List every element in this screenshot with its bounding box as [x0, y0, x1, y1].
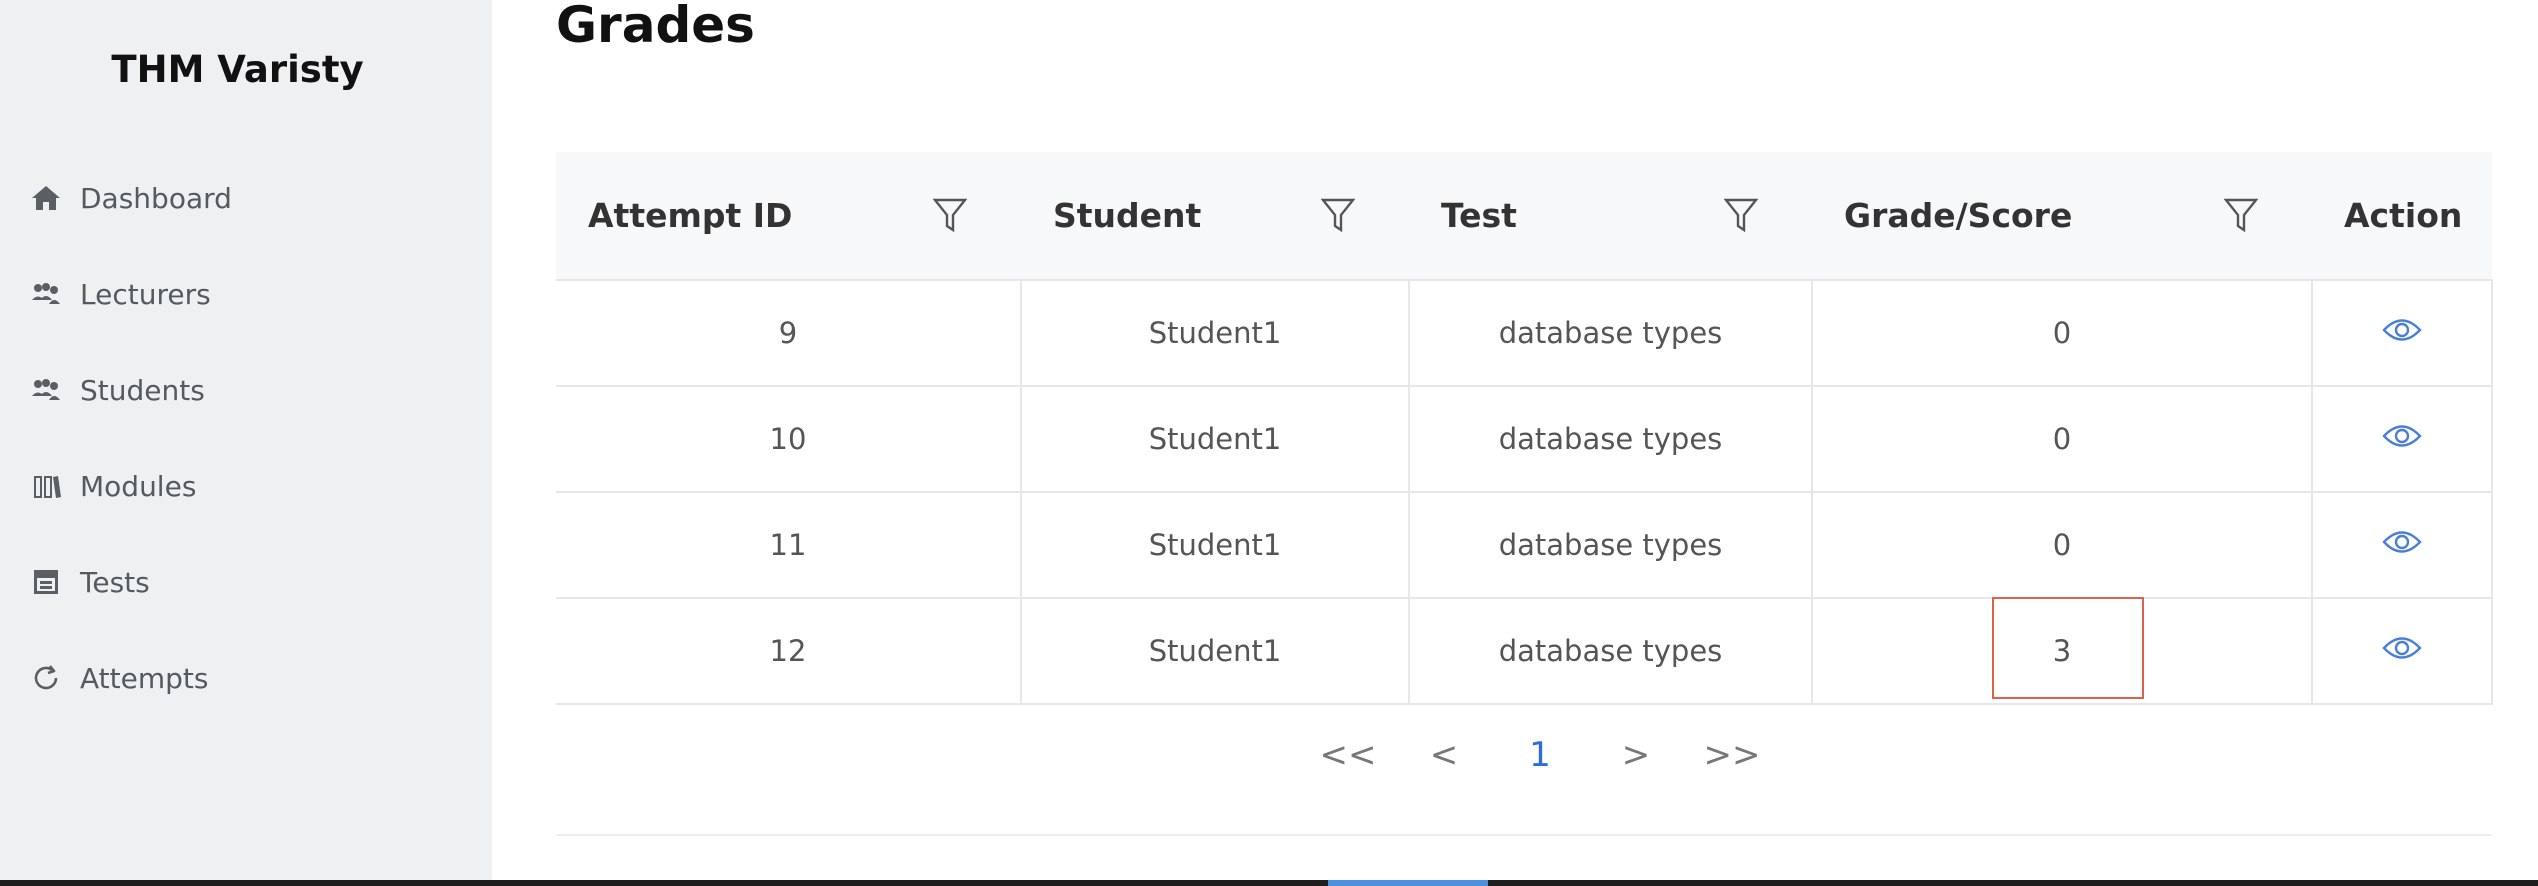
next-page-button[interactable]: >: [1588, 735, 1684, 775]
redo-icon: [28, 660, 64, 696]
sidebar-item-dashboard[interactable]: Dashboard: [0, 150, 492, 246]
sidebar-item-label: Tests: [80, 565, 150, 599]
cell-action: [2312, 492, 2493, 599]
sidebar-item-label: Dashboard: [80, 181, 232, 215]
view-eye-icon[interactable]: [2382, 424, 2422, 458]
cell-action: [2312, 386, 2493, 493]
table-row: 12 Student1 database types 3: [556, 597, 2493, 705]
cell-grade-highlighted: 3: [1812, 597, 2313, 705]
users-icon: [28, 372, 64, 408]
column-label: Grade/Score: [1844, 196, 2073, 235]
column-label: Action: [2344, 196, 2463, 235]
users-icon: [28, 276, 64, 312]
sidebar-item-attempts[interactable]: Attempts: [0, 630, 492, 726]
sidebar-nav: Dashboard Lecturers Students Modules Tes…: [0, 150, 492, 726]
cell-student: Student1: [1021, 598, 1410, 705]
cell-grade: 0: [1812, 280, 2313, 387]
cell-test: database types: [1409, 598, 1813, 705]
filter-icon[interactable]: [2223, 197, 2259, 233]
column-header-student: Student: [1021, 152, 1409, 281]
column-label: Test: [1441, 196, 1517, 235]
sidebar-item-modules[interactable]: Modules: [0, 438, 492, 534]
cell-student: Student1: [1021, 492, 1410, 599]
page-1-button[interactable]: 1: [1492, 735, 1588, 775]
sidebar-item-label: Attempts: [80, 661, 209, 695]
page-title: Grades: [556, 0, 755, 54]
table-header-row: Attempt ID Student Test Grade/Score Acti…: [556, 152, 2492, 281]
sidebar-item-label: Students: [80, 373, 205, 407]
cell-grade: 0: [1812, 492, 2313, 599]
sidebar-item-label: Lecturers: [80, 277, 211, 311]
cell-attempt-id: 9: [556, 280, 1022, 387]
cell-grade: 0: [1812, 386, 2313, 493]
cell-action: [2312, 280, 2493, 387]
cell-attempt-id: 12: [556, 598, 1022, 705]
sidebar-item-students[interactable]: Students: [0, 342, 492, 438]
last-page-button[interactable]: >>: [1684, 735, 1780, 775]
sidebar-item-label: Modules: [80, 469, 197, 503]
calendar-icon: [28, 564, 64, 600]
column-header-action: Action: [2312, 152, 2492, 281]
sidebar: THM Varisty Dashboard Lecturers Students…: [0, 0, 492, 880]
view-eye-icon[interactable]: [2382, 636, 2422, 670]
sidebar-item-lecturers[interactable]: Lecturers: [0, 246, 492, 342]
table-row: 10 Student1 database types 0: [556, 386, 2493, 493]
home-icon: [28, 180, 64, 216]
filter-icon[interactable]: [1723, 197, 1759, 233]
column-label: Student: [1053, 196, 1202, 235]
table-row: 11 Student1 database types 0: [556, 492, 2493, 599]
table-row: 9 Student1 database types 0: [556, 280, 2493, 387]
column-label: Attempt ID: [588, 196, 793, 235]
cell-action: [2312, 598, 2493, 705]
cell-test: database types: [1409, 492, 1813, 599]
prev-page-button[interactable]: <: [1396, 735, 1492, 775]
cell-attempt-id: 10: [556, 386, 1022, 493]
cell-student: Student1: [1021, 280, 1410, 387]
cell-test: database types: [1409, 280, 1813, 387]
column-header-grade-score: Grade/Score: [1812, 152, 2312, 281]
books-icon: [28, 468, 64, 504]
filter-icon[interactable]: [1320, 197, 1356, 233]
grade-value: 3: [2052, 634, 2072, 668]
divider: [556, 834, 2492, 836]
view-eye-icon[interactable]: [2382, 318, 2422, 352]
column-header-attempt-id: Attempt ID: [556, 152, 1021, 281]
cell-student: Student1: [1021, 386, 1410, 493]
brand-title: THM Varisty: [111, 48, 364, 91]
sidebar-item-tests[interactable]: Tests: [0, 534, 492, 630]
cell-attempt-id: 11: [556, 492, 1022, 599]
grades-table: Attempt ID Student Test Grade/Score Acti…: [556, 152, 2493, 705]
cell-test: database types: [1409, 386, 1813, 493]
filter-icon[interactable]: [932, 197, 968, 233]
column-header-test: Test: [1409, 152, 1812, 281]
pagination: << < 1 > >>: [1300, 735, 1780, 775]
taskbar: [0, 880, 2538, 886]
view-eye-icon[interactable]: [2382, 530, 2422, 564]
first-page-button[interactable]: <<: [1300, 735, 1396, 775]
taskbar-active-indicator: [1328, 880, 1488, 886]
